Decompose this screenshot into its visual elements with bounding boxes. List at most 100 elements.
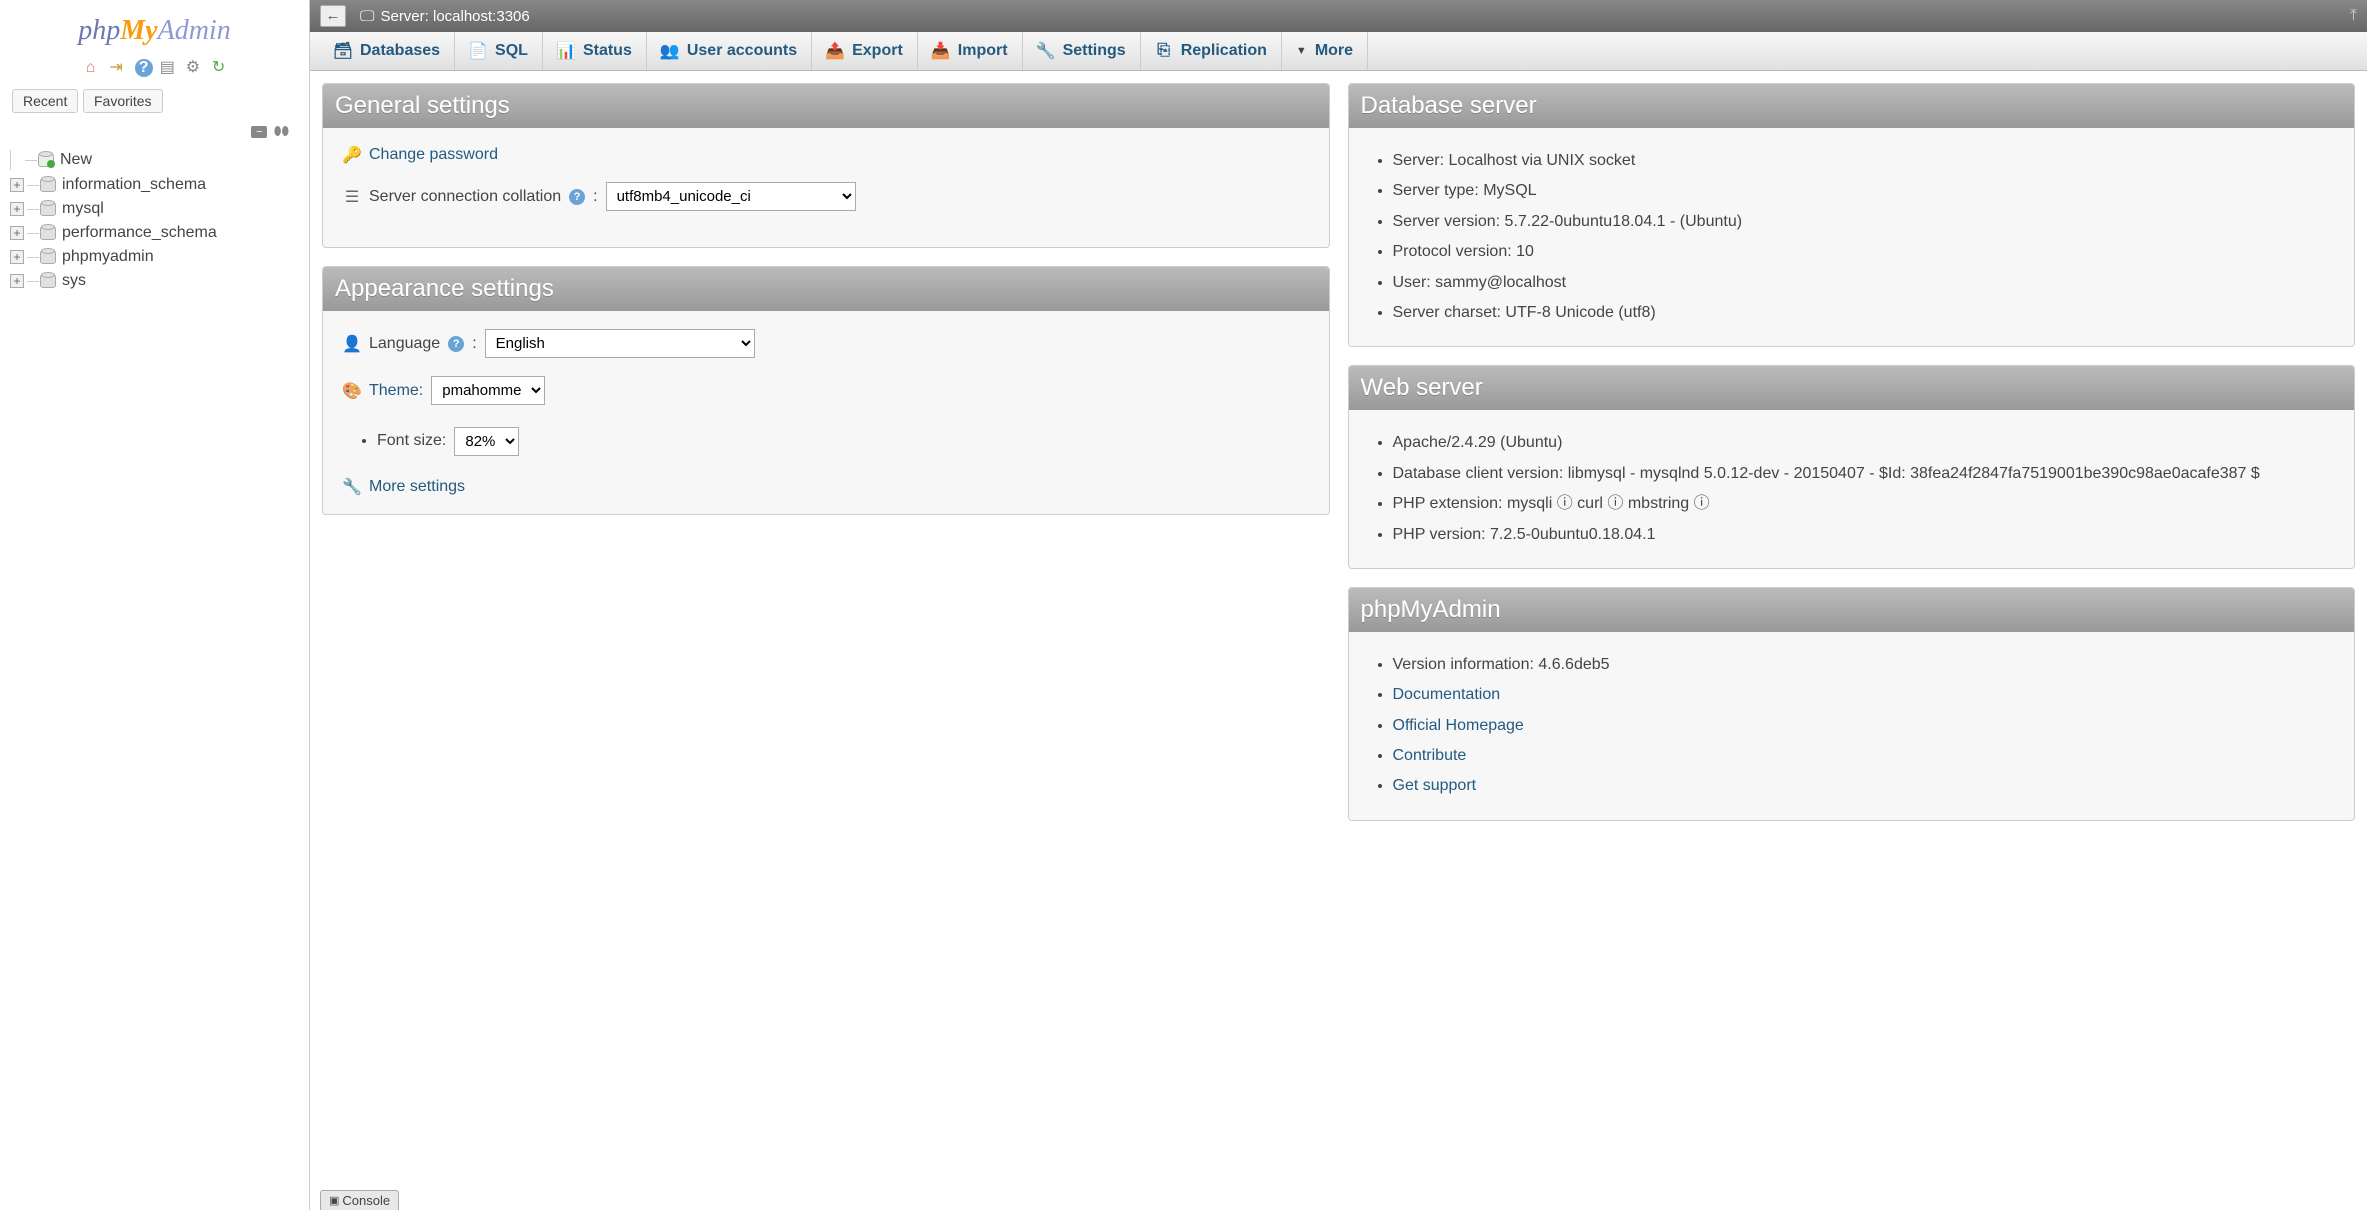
reload-icon[interactable]: ↻	[210, 59, 228, 77]
theme-select[interactable]: pmahomme	[431, 376, 545, 405]
sql-docs-icon[interactable]: ▤	[158, 59, 176, 77]
replication-icon: ⎘	[1155, 42, 1173, 60]
left-column: General settings 🔑 Change password ☰ Ser…	[322, 83, 1330, 839]
help-icon[interactable]: ?	[569, 189, 585, 205]
tab-settings[interactable]: 🔧Settings	[1023, 32, 1141, 70]
home-icon[interactable]: ⌂	[81, 59, 99, 77]
panel-title: Web server	[1349, 366, 2355, 410]
import-icon: 📥	[932, 42, 950, 60]
help-icon[interactable]: ?	[448, 336, 464, 352]
docs-icon[interactable]: ?	[133, 59, 151, 77]
logo-php: php	[78, 15, 120, 46]
favorites-button[interactable]: Favorites	[83, 89, 163, 113]
database-icon	[40, 226, 56, 240]
info-item: Server charset: UTF-8 Unicode (utf8)	[1393, 298, 2335, 328]
info-item: Database client version: libmysql - mysq…	[1393, 459, 2335, 489]
tree-db-label: information_schema	[62, 176, 206, 194]
sidebar: phpMyAdmin ⌂ ⇥ ? ▤ ⚙ ↻ Recent Favorites …	[0, 0, 310, 1210]
database-icon	[40, 202, 56, 216]
tab-replication[interactable]: ⎘Replication	[1141, 32, 1282, 70]
sql-icon: 📄	[469, 42, 487, 60]
tab-status[interactable]: 📊Status	[543, 32, 647, 70]
server-icon: 🖵	[360, 8, 374, 25]
server-label: Server: localhost:3306	[380, 8, 529, 25]
tab-user-accounts[interactable]: 👥User accounts	[647, 32, 812, 70]
info-item: Server version: 5.7.22-0ubuntu18.04.1 - …	[1393, 207, 2335, 237]
info-item: Server type: MySQL	[1393, 176, 2335, 206]
console-label: Console	[342, 1193, 390, 1208]
language-select[interactable]: English	[485, 329, 755, 358]
version-info: Version information: 4.6.6deb5	[1393, 650, 2335, 680]
collation-select[interactable]: utf8mb4_unicode_ci	[606, 182, 856, 211]
change-password-link[interactable]: Change password	[369, 146, 498, 164]
link-icon[interactable]: ⬮⬮	[274, 124, 289, 139]
more-settings-link[interactable]: More settings	[369, 478, 465, 496]
theme-link[interactable]: Theme:	[369, 382, 423, 400]
recent-button[interactable]: Recent	[12, 89, 78, 113]
expand-icon[interactable]: +	[10, 250, 24, 264]
settings-icon[interactable]: ⚙	[184, 59, 202, 77]
sidebar-toolbar: ⌂ ⇥ ? ▤ ⚙ ↻	[0, 55, 309, 85]
info-item: PHP extension: mysqli ⓘ curl ⓘ mbstring …	[1393, 489, 2335, 519]
tab-databases[interactable]: 🗃Databases	[320, 32, 455, 70]
panel-general-settings: General settings 🔑 Change password ☰ Ser…	[322, 83, 1330, 248]
language-label: Language	[369, 335, 440, 353]
tree-db-item[interactable]: + phpmyadmin	[4, 245, 305, 269]
tab-more[interactable]: ▼More	[1282, 32, 1368, 70]
panel-title: Appearance settings	[323, 267, 1329, 311]
tree-new-label: New	[60, 151, 92, 169]
panel-web-server: Web server Apache/2.4.29 (Ubuntu) Databa…	[1348, 365, 2356, 569]
console-icon: ▣	[329, 1194, 339, 1207]
info-item: User: sammy@localhost	[1393, 268, 2335, 298]
panel-title: General settings	[323, 84, 1329, 128]
console-tab[interactable]: ▣ Console	[320, 1190, 399, 1210]
database-icon	[40, 274, 56, 288]
expand-icon[interactable]: +	[10, 226, 24, 240]
database-tree: New + information_schema + mysql + perfo…	[0, 143, 309, 297]
info-item: Server: Localhost via UNIX socket	[1393, 146, 2335, 176]
topbar: ← 🖵 Server: localhost:3306 ⤒	[310, 0, 2367, 32]
nav-buttons: Recent Favorites	[0, 85, 309, 117]
panel-phpmyadmin: phpMyAdmin Version information: 4.6.6deb…	[1348, 587, 2356, 821]
tree-db-label: phpmyadmin	[62, 248, 154, 266]
documentation-link[interactable]: Documentation	[1393, 686, 1501, 703]
tab-import[interactable]: 📥Import	[918, 32, 1023, 70]
info-item: Protocol version: 10	[1393, 237, 2335, 267]
tree-db-item[interactable]: + sys	[4, 269, 305, 293]
tab-export[interactable]: 📤Export	[812, 32, 918, 70]
language-icon: 👤	[343, 335, 361, 353]
support-link[interactable]: Get support	[1393, 777, 1477, 794]
tree-db-label: performance_schema	[62, 224, 217, 242]
logo-admin: Admin	[158, 15, 231, 46]
tab-sql[interactable]: 📄SQL	[455, 32, 543, 70]
expand-icon[interactable]: +	[10, 202, 24, 216]
wrench-icon: 🔧	[343, 478, 361, 496]
new-badge-icon	[47, 160, 55, 168]
expand-icon[interactable]: +	[10, 274, 24, 288]
homepage-link[interactable]: Official Homepage	[1393, 717, 1524, 734]
panel-database-server: Database server Server: Localhost via UN…	[1348, 83, 2356, 347]
contribute-link[interactable]: Contribute	[1393, 747, 1467, 764]
info-item: Apache/2.4.29 (Ubuntu)	[1393, 428, 2335, 458]
panel-title: phpMyAdmin	[1349, 588, 2355, 632]
font-size-label: Font size:	[377, 430, 446, 452]
wrench-icon: 🔧	[1037, 42, 1055, 60]
tree-db-item[interactable]: + information_schema	[4, 173, 305, 197]
collapse-topbar-icon[interactable]: ⤒	[2350, 7, 2357, 25]
logout-icon[interactable]: ⇥	[107, 59, 125, 77]
database-icon	[40, 250, 56, 264]
password-icon: 🔑	[343, 146, 361, 164]
logo[interactable]: phpMyAdmin	[0, 10, 309, 55]
database-icon: 🗃	[334, 42, 352, 60]
expand-icon[interactable]: +	[10, 178, 24, 192]
tree-db-item[interactable]: + performance_schema	[4, 221, 305, 245]
tree-new-database[interactable]: New	[4, 147, 305, 173]
collapse-all-icon[interactable]: −	[251, 126, 267, 138]
font-size-select[interactable]: 82%	[454, 427, 519, 456]
main: ← 🖵 Server: localhost:3306 ⤒ 🗃Databases …	[310, 0, 2367, 1210]
tree-db-label: sys	[62, 272, 86, 290]
export-icon: 📤	[826, 42, 844, 60]
tree-db-item[interactable]: + mysql	[4, 197, 305, 221]
back-button[interactable]: ←	[320, 5, 346, 27]
status-icon: 📊	[557, 42, 575, 60]
